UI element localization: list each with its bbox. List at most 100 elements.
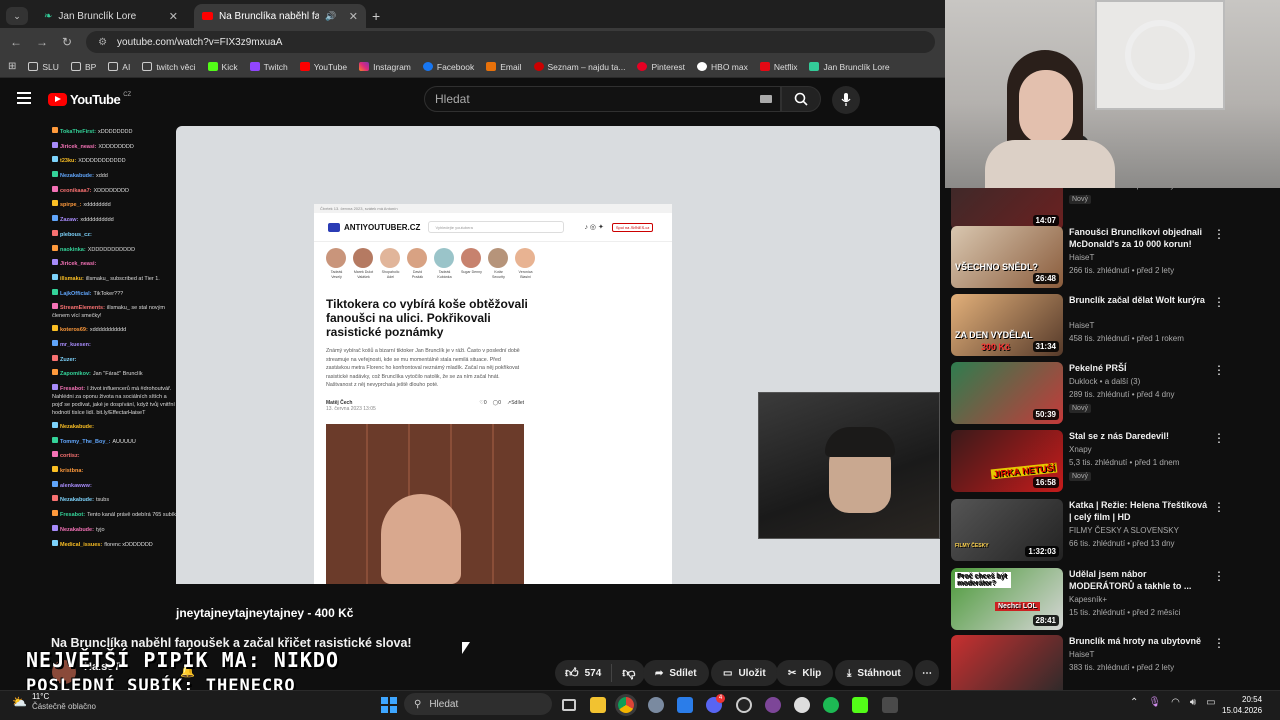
video-thumbnail[interactable]: 50:39 [951, 362, 1063, 424]
site-info-icon[interactable]: ⚙ [98, 37, 107, 48]
more-options-icon[interactable]: ⋮ [1213, 501, 1225, 515]
keyboard-icon[interactable] [760, 95, 772, 103]
search-button[interactable] [781, 86, 821, 112]
speaker-icon[interactable]: 🔊 [325, 11, 336, 22]
file-explorer-icon[interactable] [590, 697, 606, 713]
video-thumbnail[interactable]: JIRKA NETUŠÍ 16:58 [951, 430, 1063, 492]
recommended-video[interactable]: Proč chceš být moderátor? Nechci LOL 28:41… [951, 568, 1271, 632]
recommended-video[interactable]: JIRKA NETUŠÍ 16:58 Stal se z nás Daredevil… [951, 430, 1271, 494]
video-thumbnail[interactable]: ZA DEN VYDĚLAL 300 Kč 31:34 [951, 294, 1063, 356]
bookmark-youtube[interactable]: YouTube [299, 62, 347, 72]
bookmark-pinterest[interactable]: Pinterest [637, 62, 685, 72]
chat-username[interactable]: Jiricek_neasi: [60, 144, 96, 150]
bookmark-seznam[interactable]: Seznam – najdu ta... [533, 62, 625, 72]
recommended-channel[interactable]: FILMY ČESKY A SLOVENSKY [1069, 526, 1179, 535]
recommended-video-title[interactable]: Brunclík začal dělat Wolt kurýra [1069, 294, 1209, 306]
recommended-video-title[interactable]: Brunclík má hroty na ubytovně [1069, 635, 1209, 647]
spotify-icon[interactable] [823, 697, 839, 713]
apps-grid-icon[interactable]: ⊞ [8, 61, 16, 72]
chat-username[interactable]: illsmaku: [60, 276, 84, 282]
menu-icon[interactable] [17, 92, 31, 104]
chat-username[interactable]: Jiricek_neasi: [60, 261, 96, 267]
download-button[interactable]: ⤓ Stáhnout [835, 660, 913, 686]
chat-username[interactable]: kristbna: [60, 468, 83, 474]
chat-username[interactable]: alenkawww: [60, 483, 92, 489]
chat-username[interactable]: cortisz: [60, 453, 80, 459]
recommended-channel[interactable]: Kapesník+ [1069, 595, 1107, 604]
bookmark-twitch[interactable]: Twitch [249, 62, 288, 72]
youtube-logo[interactable]: YouTube CZ [48, 92, 131, 107]
more-options-icon[interactable]: ⋮ [1213, 432, 1225, 446]
chat-username[interactable]: mr_kuesen: [60, 342, 91, 348]
video-thumbnail[interactable]: 14:07 [951, 188, 1063, 230]
recommended-channel[interactable]: Xnapy [1069, 445, 1092, 454]
chrome-icon[interactable] [618, 697, 634, 713]
bookmark-netflix[interactable]: Netflix [759, 62, 797, 72]
chat-username[interactable]: StreamElements: [60, 305, 105, 311]
video-thumbnail[interactable]: VŠECHNO SNĚDL? 26:48 [951, 226, 1063, 288]
video-thumbnail[interactable] [951, 635, 1063, 690]
close-tab-icon[interactable]: ✕ [349, 10, 358, 23]
chat-username[interactable]: Nezakabude: [60, 424, 94, 430]
weather-widget[interactable]: ⛅ 11°C Částečně oblačno [12, 692, 96, 712]
recommended-channel[interactable]: HaiseT [1069, 321, 1094, 330]
recommended-channel[interactable]: HaiseT [1069, 650, 1094, 659]
more-actions-button[interactable]: ⋯ [915, 660, 939, 686]
back-icon[interactable]: ← [10, 35, 22, 49]
chat-username[interactable]: Zuzer: [60, 357, 77, 363]
dislike-button[interactable]: 👎︎ [612, 665, 645, 681]
tab-jan-brunclik-lore[interactable]: ❧ Jan Brunclík Lore ✕ [36, 4, 186, 28]
kick-app-icon[interactable] [852, 697, 868, 713]
recommended-video-title[interactable]: Katka | Režie: Helena Třeštíková | celý … [1069, 499, 1209, 523]
battery-icon[interactable]: ▭ [1206, 697, 1215, 708]
chat-username[interactable]: koteros69: [60, 327, 88, 333]
url-field[interactable]: ⚙ youtube.com/watch?v=FIX3z9mxuaA [86, 31, 935, 53]
reload-icon[interactable]: ↻ [62, 35, 72, 49]
chat-username[interactable]: t23ku: [60, 158, 76, 164]
chat-username[interactable]: Nezakabude: [60, 173, 94, 179]
music-icon[interactable] [794, 697, 810, 713]
close-tab-icon[interactable]: ✕ [169, 10, 178, 23]
more-options-icon[interactable]: ⋮ [1213, 228, 1225, 242]
recommended-video-title[interactable]: Stal se z nás Daredevil! [1069, 430, 1209, 442]
bookmark-instagram[interactable]: Instagram [359, 62, 411, 72]
obs-icon[interactable] [736, 697, 752, 713]
video-thumbnail[interactable]: FILMY ČESKY 1:32:03 [951, 499, 1063, 561]
calculator-icon[interactable] [882, 697, 898, 713]
chat-username[interactable]: TokaTheFirst: [60, 129, 96, 135]
chat-username[interactable]: Medical_issues: [60, 542, 102, 548]
windows-start-icon[interactable] [381, 697, 397, 713]
task-view-icon[interactable] [562, 699, 576, 711]
chat-username[interactable]: Nezakabude: [60, 527, 94, 533]
bookmark-folder[interactable]: AI [108, 62, 130, 72]
volume-icon[interactable]: 🔊︎ [1190, 697, 1196, 708]
voice-search-button[interactable] [832, 86, 860, 114]
bookmark-facebook[interactable]: Facebook [422, 62, 474, 72]
chat-username[interactable]: Nezakabude: [60, 497, 94, 503]
recommended-video[interactable]: ZA DEN VYDĚLAL 300 Kč 31:34 Brunclík začal … [951, 294, 1271, 358]
like-button[interactable]: 👍︎ 574 [555, 664, 613, 682]
chat-username[interactable]: naokinka: [60, 247, 86, 253]
bookmark-folder[interactable]: SLU [28, 62, 59, 72]
recommended-channel[interactable]: Duklock • a další (3) [1069, 377, 1140, 386]
chat-username[interactable]: plebous_cz: [60, 232, 92, 238]
forward-icon[interactable]: → [36, 35, 48, 49]
video-thumbnail[interactable]: Proč chceš být moderátor? Nechci LOL 28:41 [951, 568, 1063, 630]
recommended-video[interactable]: 50:39 Pekelné PRŠÍ Duklock • a další (3) 28… [951, 362, 1271, 426]
recommended-video[interactable]: FILMY ČESKY 1:32:03 Katka | Režie: Helena … [951, 499, 1271, 563]
bookmark-folder[interactable]: twitch věci [142, 62, 196, 72]
taskbar-search[interactable]: ⚲ Hledat [404, 693, 552, 715]
chevron-up-icon[interactable]: ⌃ [1130, 697, 1138, 708]
save-button[interactable]: ▭ Uložit [711, 660, 778, 686]
chat-username[interactable]: Zapomikov: [60, 371, 91, 377]
recommended-video[interactable]: VŠECHNO SNĚDL? 26:48 Fanoušci Brunclíkovi … [951, 226, 1271, 290]
chat-username[interactable]: spirpe_: [60, 202, 81, 208]
search-input[interactable]: Hledat [424, 86, 781, 112]
chat-username[interactable]: LajkOfficial: [60, 291, 91, 297]
chat-username[interactable]: Fresabot: [60, 386, 85, 392]
chat-username[interactable]: Fresabot: [60, 512, 85, 518]
tab-youtube-video[interactable]: Na Brunclíka naběhl fanouš 🔊 ✕ [194, 4, 366, 28]
bookmark-folder[interactable]: BP [70, 62, 96, 72]
chat-username[interactable]: Tommy_The_Boy_: [60, 439, 110, 445]
photos-icon[interactable] [677, 697, 693, 713]
